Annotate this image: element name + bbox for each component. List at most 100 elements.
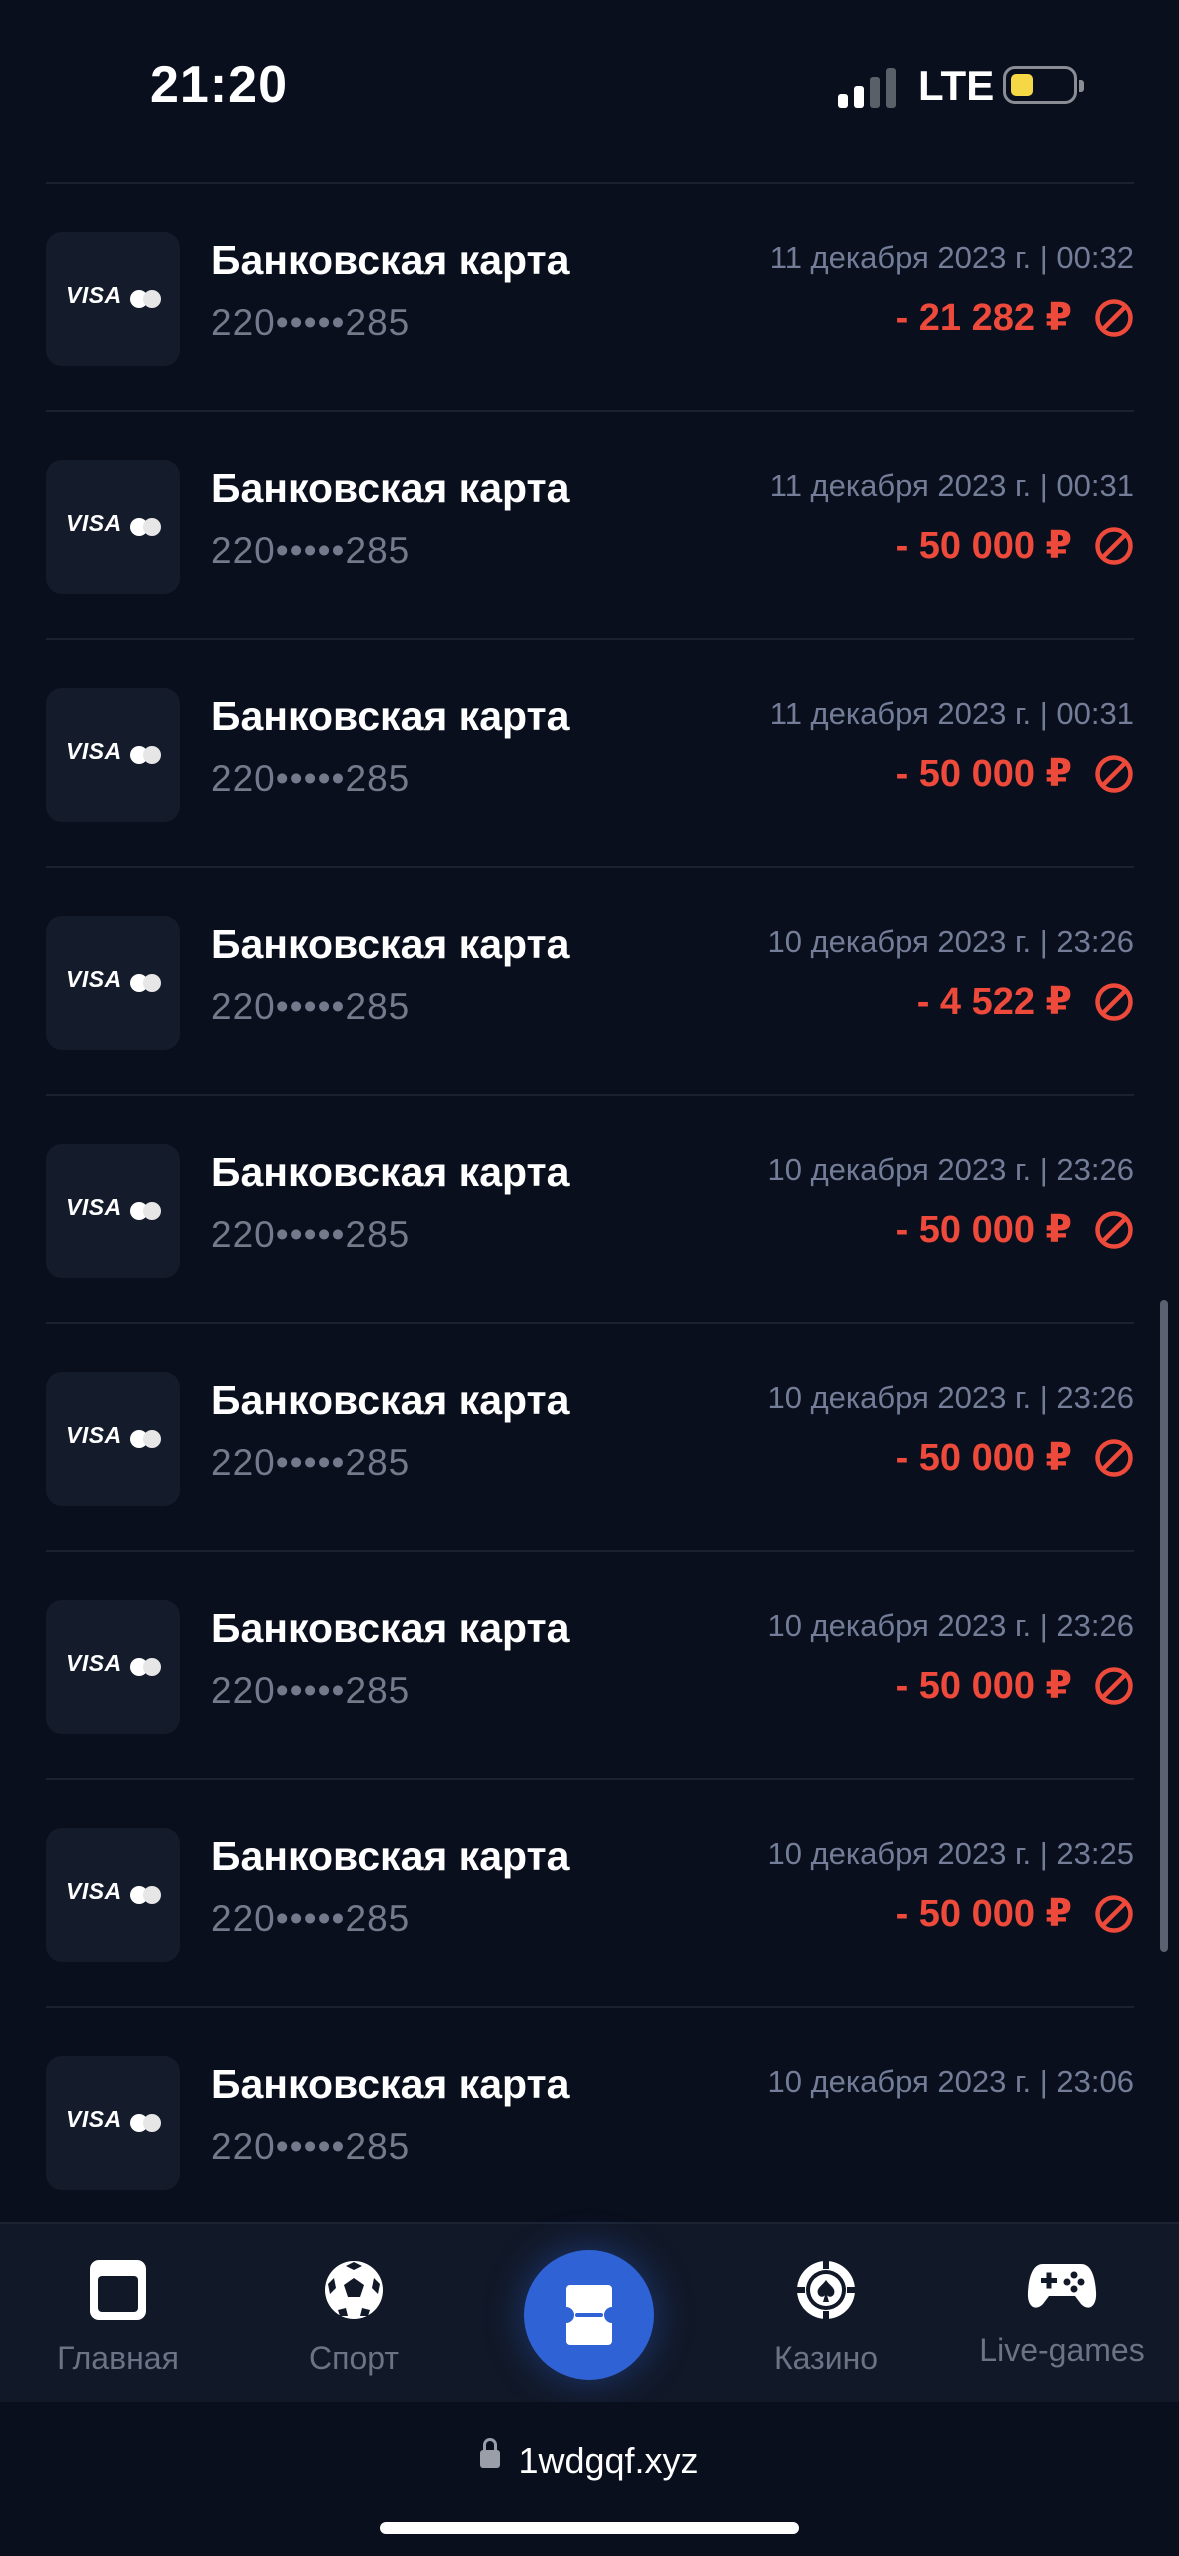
signal-icon: [838, 66, 898, 108]
transaction-row[interactable]: VISA Банковская карта 220•••••285 10 декабр…: [46, 1552, 1134, 1780]
card-logo: VISA: [46, 1600, 180, 1734]
transaction-amount: - 50 000 ₽: [895, 1665, 1072, 1707]
transaction-row[interactable]: VISA Банковская карта 220•••••285 11 декабр…: [46, 640, 1134, 868]
transaction-row[interactable]: VISA Банковская карта 220•••••285 10 декабр…: [46, 1096, 1134, 1324]
transaction-row[interactable]: VISA Банковская карта 220•••••285 11 декабр…: [46, 184, 1134, 412]
transaction-date: 11 декабря 2023 г. | 00:31: [769, 468, 1134, 503]
transaction-date: 11 декабря 2023 г. | 00:32: [769, 240, 1134, 275]
transaction-title: Банковская карта: [211, 237, 570, 283]
transaction-title: Банковская карта: [211, 1605, 570, 1651]
card-logo: VISA: [46, 1828, 180, 1962]
gamepad-icon: [1027, 2264, 1097, 2308]
visa-logo: VISA: [66, 1878, 122, 1904]
transaction-date: 10 декабря 2023 г. | 23:26: [767, 1380, 1134, 1415]
transaction-title: Банковская карта: [211, 2061, 570, 2107]
masked-card-number: 220•••••285: [211, 1898, 411, 1939]
transaction-title: Банковская карта: [211, 465, 570, 511]
transaction-date: 10 декабря 2023 г. | 23:26: [767, 1152, 1134, 1187]
cancelled-icon: [1095, 527, 1133, 565]
home-indicator[interactable]: [380, 2522, 799, 2534]
card-logo: VISA: [46, 2056, 180, 2190]
card-logo: VISA: [46, 232, 180, 366]
transaction-row[interactable]: VISA Банковская карта 220•••••285 11 декабр…: [46, 412, 1134, 640]
transaction-amount: - 50 000 ₽: [895, 753, 1072, 795]
browser-url-bar[interactable]: 1wdgqf.xyz: [0, 2402, 1179, 2556]
transaction-date: 10 декабря 2023 г. | 23:25: [767, 1836, 1134, 1871]
transaction-amount: - 50 000 ₽: [895, 525, 1072, 567]
bets-ticket-button[interactable]: [524, 2250, 654, 2380]
transaction-title: Банковская карта: [211, 1149, 570, 1195]
masked-card-number: 220•••••285: [211, 986, 411, 1027]
casino-chip-icon: [797, 2261, 855, 2319]
transaction-date: 11 декабря 2023 г. | 00:31: [769, 696, 1134, 731]
masked-card-number: 220•••••285: [211, 758, 411, 799]
visa-logo: VISA: [66, 2106, 122, 2132]
card-logo: VISA: [46, 460, 180, 594]
visa-logo: VISA: [66, 1422, 122, 1448]
transaction-title: Банковская карта: [211, 921, 570, 967]
battery-icon: [1003, 66, 1084, 104]
cancelled-icon: [1095, 1895, 1133, 1933]
cancelled-icon: [1095, 1439, 1133, 1477]
transaction-date: 10 декабря 2023 г. | 23:06: [767, 2064, 1134, 2099]
nav-item-sport[interactable]: Спорт: [236, 2258, 472, 2377]
masked-card-number: 220•••••285: [211, 1442, 411, 1483]
url-text: 1wdgqf.xyz: [518, 2440, 699, 2481]
nav-item-home[interactable]: Главная: [0, 2258, 236, 2377]
visa-logo: VISA: [66, 966, 122, 992]
mastercard-icon: [130, 518, 162, 536]
url-text-container: 1wdgqf.xyz: [0, 2438, 1179, 2482]
mastercard-icon: [130, 1430, 162, 1448]
masked-card-number: 220•••••285: [211, 2126, 411, 2167]
card-logo: VISA: [46, 688, 180, 822]
soccer-ball-icon: [325, 2261, 383, 2319]
transaction-row[interactable]: VISA Банковская карта 220•••••285 10 декабр…: [46, 868, 1134, 1096]
masked-card-number: 220•••••285: [211, 1670, 411, 1711]
nav-item-live-games[interactable]: Live-games: [944, 2258, 1179, 2369]
bottom-nav: Главная Спорт Казино Live-games: [0, 2222, 1179, 2404]
nav-label-casino: Казино: [773, 2340, 879, 2376]
cancelled-icon: [1095, 1667, 1133, 1705]
nav-label-live-games: Live-games: [979, 2332, 1145, 2368]
visa-logo: VISA: [66, 510, 122, 536]
mastercard-icon: [130, 974, 162, 992]
network-type: LTE: [918, 62, 995, 109]
cancelled-icon: [1095, 299, 1133, 337]
visa-logo: VISA: [66, 1194, 122, 1220]
nav-label-home: Главная: [57, 2340, 179, 2376]
transaction-amount: - 50 000 ₽: [895, 1437, 1072, 1479]
visa-logo: VISA: [66, 282, 122, 308]
mastercard-icon: [130, 290, 162, 308]
transaction-title: Банковская карта: [211, 1377, 570, 1423]
nav-label-sport: Спорт: [309, 2340, 399, 2376]
transaction-row[interactable]: VISA Банковская карта 220•••••285 10 декабр…: [46, 1324, 1134, 1552]
mastercard-icon: [130, 1658, 162, 1676]
transaction-amount: - 50 000 ₽: [895, 1209, 1072, 1251]
masked-card-number: 220•••••285: [211, 302, 411, 343]
masked-card-number: 220•••••285: [211, 530, 411, 571]
transaction-row[interactable]: VISA Банковская карта 220•••••285 10 декабр…: [46, 2008, 1134, 2222]
transaction-amount: - 4 522 ₽: [916, 981, 1072, 1023]
nav-item-casino[interactable]: Казино: [708, 2258, 944, 2377]
transaction-title: Банковская карта: [211, 1833, 570, 1879]
cancelled-icon: [1095, 983, 1133, 1021]
ticket-icon: [566, 2285, 612, 2345]
card-logo: VISA: [46, 916, 180, 1050]
lock-icon: [480, 2438, 501, 2469]
transaction-list[interactable]: VISA Банковская карта 220•••••285 11 декабр…: [0, 0, 1179, 2222]
visa-logo: VISA: [66, 1650, 122, 1676]
home-icon: [90, 2260, 146, 2320]
card-logo: VISA: [46, 1372, 180, 1506]
transaction-amount: - 50 000 ₽: [895, 1893, 1072, 1935]
card-logo: VISA: [46, 1144, 180, 1278]
transaction-amount: - 21 282 ₽: [895, 297, 1072, 339]
transaction-date: 10 декабря 2023 г. | 23:26: [767, 1608, 1134, 1643]
mastercard-icon: [130, 1202, 162, 1220]
cancelled-icon: [1095, 755, 1133, 793]
status-bar: 21:20 LTE: [0, 0, 1179, 170]
mastercard-icon: [130, 1886, 162, 1904]
masked-card-number: 220•••••285: [211, 1214, 411, 1255]
scrollbar[interactable]: [1160, 1300, 1168, 1952]
transaction-row[interactable]: VISA Банковская карта 220•••••285 10 декабр…: [46, 1780, 1134, 2008]
transaction-title: Банковская карта: [211, 693, 570, 739]
